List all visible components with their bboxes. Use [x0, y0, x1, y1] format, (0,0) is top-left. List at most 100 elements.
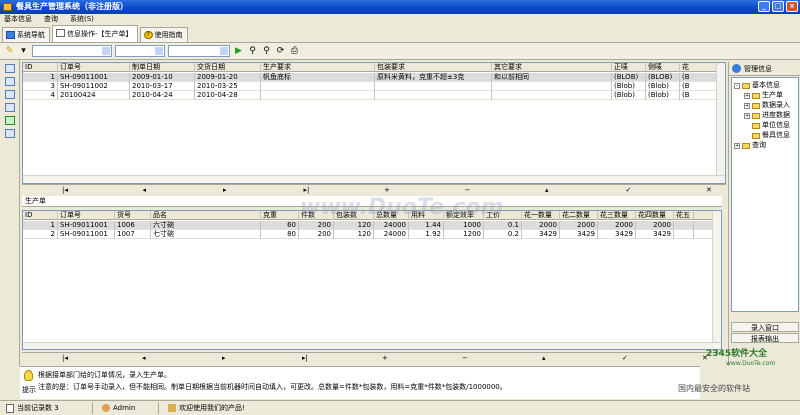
table-row[interactable]: 4 20100424 2010-04-24 2010-04-28 (Blob) (Blob…	[23, 91, 723, 100]
table-cell[interactable]: 0.1	[484, 221, 522, 230]
table-cell[interactable]: 200	[299, 230, 334, 239]
table-cell[interactable]: 1	[23, 73, 58, 82]
table-cell[interactable]: (BLOB)	[646, 73, 680, 82]
table-cell[interactable]: 20100424	[58, 91, 130, 100]
table-cell[interactable]: 六寸碗	[151, 221, 261, 230]
table-cell[interactable]	[674, 230, 694, 239]
dropdown-arrow-icon[interactable]: ▾	[18, 46, 29, 57]
tree-item[interactable]: + 查询	[734, 141, 766, 150]
menu-basic-info[interactable]: 基本信息	[4, 14, 32, 25]
filter-icon[interactable]: ⚲	[261, 46, 272, 57]
column-header[interactable]: 花五	[674, 211, 694, 220]
table-cell[interactable]	[261, 91, 375, 100]
navigator-button[interactable]: −	[465, 186, 471, 194]
table-cell[interactable]: 3	[23, 82, 58, 91]
expand-toggle[interactable]: -	[734, 82, 740, 89]
table-cell[interactable]: 4	[23, 91, 58, 100]
table-cell[interactable]: 1.44	[409, 221, 444, 230]
table-cell[interactable]: 24000	[374, 230, 409, 239]
table-cell[interactable]: (BLOB)	[612, 73, 646, 82]
table-cell[interactable]: 3429	[598, 230, 636, 239]
navigator-button[interactable]: ▸|	[304, 186, 310, 194]
table-cell[interactable]	[674, 221, 694, 230]
orders-vertical-scrollbar[interactable]	[716, 63, 725, 175]
table-cell[interactable]: 24000	[374, 221, 409, 230]
search-icon[interactable]: ⚲	[247, 46, 258, 57]
column-header[interactable]: 正唛	[612, 63, 646, 72]
column-header[interactable]: 品名	[151, 211, 261, 220]
filter-field-select[interactable]	[32, 45, 112, 57]
print-icon[interactable]: ⎙	[289, 46, 300, 57]
table-cell[interactable]: 2009-01-20	[195, 73, 261, 82]
column-header[interactable]: 侧唛	[646, 63, 680, 72]
table-cell[interactable]	[375, 91, 492, 100]
table-cell[interactable]: 2000	[522, 221, 560, 230]
table-cell[interactable]: SH-09011001	[58, 230, 115, 239]
table-cell[interactable]: 1.92	[409, 230, 444, 239]
minimize-button[interactable]: _	[758, 1, 770, 12]
column-header[interactable]: 花四数量	[636, 211, 674, 220]
table-cell[interactable]: 120	[334, 221, 374, 230]
navigator-button[interactable]: |◂	[62, 186, 68, 194]
navigator-button[interactable]: ▴	[545, 186, 549, 194]
table-cell[interactable]: SH-09011001	[58, 73, 130, 82]
navigator-button[interactable]: ✓	[626, 186, 632, 194]
table-cell[interactable]	[492, 82, 612, 91]
table-cell[interactable]: (B	[680, 91, 720, 100]
table-cell[interactable]: 80	[261, 230, 299, 239]
production-vertical-scrollbar[interactable]	[712, 211, 721, 342]
tree-item[interactable]: - 基本信息	[734, 81, 780, 90]
run-icon[interactable]: ▶	[233, 46, 244, 57]
table-cell[interactable]: 帆鱼底标	[261, 73, 375, 82]
menu-query[interactable]: 查询	[44, 14, 58, 25]
tree-item[interactable]: 单位信息	[744, 121, 790, 130]
table-cell[interactable]: 和以前相同	[492, 73, 612, 82]
table-cell[interactable]: 1007	[115, 230, 151, 239]
orders-horizontal-scrollbar[interactable]	[23, 175, 725, 183]
table-cell[interactable]: 3429	[636, 230, 674, 239]
navigator-button[interactable]: ✓	[622, 354, 628, 362]
navigator-button[interactable]: ◂	[142, 354, 146, 362]
list-icon[interactable]	[5, 64, 15, 73]
tree-item[interactable]: 餐具信息	[744, 131, 790, 140]
column-header[interactable]: ID	[23, 63, 58, 72]
grid-icon[interactable]	[5, 103, 15, 112]
table-cell[interactable]: 2010-03-17	[130, 82, 195, 91]
table-cell[interactable]: 2000	[598, 221, 636, 230]
table-cell[interactable]: (Blob)	[612, 82, 646, 91]
tree-item[interactable]: + 数据录入	[744, 101, 790, 110]
table-cell[interactable]: 60	[261, 221, 299, 230]
navigator-button[interactable]: ◂	[143, 186, 147, 194]
refresh-icon[interactable]: ⟳	[275, 46, 286, 57]
expand-toggle[interactable]: +	[734, 142, 740, 149]
table-cell[interactable]: 1000	[444, 221, 484, 230]
table-cell[interactable]: SH-09011002	[58, 82, 130, 91]
table-cell[interactable]: SH-09011001	[58, 221, 115, 230]
column-header[interactable]: 花二数量	[560, 211, 598, 220]
table-cell[interactable]: 1200	[444, 230, 484, 239]
form-icon[interactable]	[5, 77, 15, 86]
navigator-button[interactable]: ✕	[706, 186, 712, 194]
navigator-button[interactable]: ▸|	[302, 354, 308, 362]
table-row[interactable]: 3 SH-09011002 2010-03-17 2010-03-25 (Blob) (B…	[23, 82, 723, 91]
navigator-button[interactable]: ▴	[542, 354, 546, 362]
table-cell[interactable]: 120	[334, 230, 374, 239]
navigator-button[interactable]: −	[462, 354, 468, 362]
table-cell[interactable]: (B	[680, 73, 720, 82]
table-cell[interactable]: 2	[23, 230, 58, 239]
table-cell[interactable]: 200	[299, 221, 334, 230]
column-header[interactable]: 花	[680, 63, 720, 72]
table-row[interactable]: 1 SH-09011001 1006 六寸碗 60 200 120 24000 1.44 1000…	[23, 221, 721, 230]
column-header[interactable]: 生产要求	[261, 63, 375, 72]
expand-toggle[interactable]: +	[744, 92, 750, 99]
table-cell[interactable]: 2010-03-25	[195, 82, 261, 91]
tree-item[interactable]: + 生产单	[744, 91, 783, 100]
table-cell[interactable]: 3429	[560, 230, 598, 239]
expand-toggle[interactable]: +	[744, 102, 750, 109]
column-header[interactable]: 其它要求	[492, 63, 612, 72]
table-cell[interactable]: 七寸碗	[151, 230, 261, 239]
column-header[interactable]: 包装要求	[375, 63, 492, 72]
column-header[interactable]: 花三数量	[598, 211, 636, 220]
table-row[interactable]: 2 SH-09011001 1007 七寸碗 80 200 120 24000 1.92 1200…	[23, 230, 721, 239]
copy-icon[interactable]	[5, 90, 15, 99]
